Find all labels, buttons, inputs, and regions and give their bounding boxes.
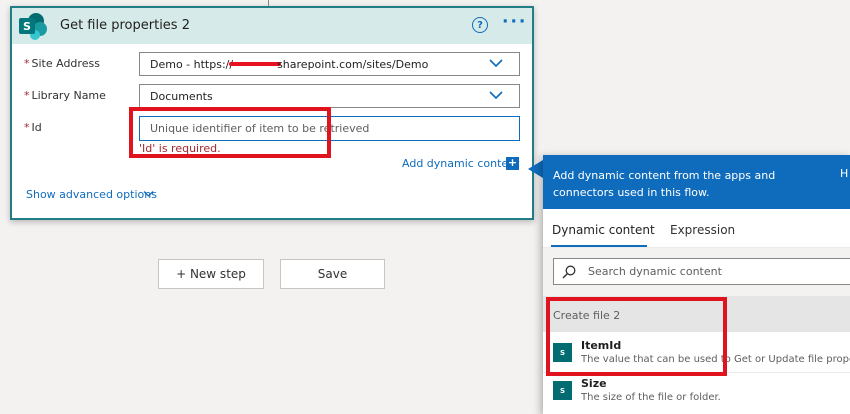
section-header-create-file[interactable]: Create file 2 [543, 296, 850, 332]
search-box [553, 258, 850, 285]
dynamic-item-itemid[interactable]: S ItemId The value that can be used to G… [543, 335, 850, 371]
card-title[interactable]: Get file properties 2 [60, 18, 190, 33]
library-name-label: * Library Name [24, 89, 106, 102]
section-title: Create file 2 [553, 309, 621, 322]
help-icon[interactable]: ? [472, 17, 488, 33]
tab-expression[interactable]: Expression [670, 223, 735, 237]
show-advanced-options-link[interactable]: Show advanced options [26, 188, 157, 201]
library-name-dropdown[interactable]: Documents [139, 84, 520, 108]
site-address-value-suffix: sharepoint.com/sites/Demo [277, 58, 429, 71]
add-dynamic-content-icon[interactable]: + [506, 157, 519, 170]
site-address-dropdown[interactable]: Demo - https:// sharepoint.com/sites/Demo [139, 52, 520, 76]
search-area [543, 248, 850, 296]
dynamic-item-size[interactable]: S Size The size of the file or folder. [543, 373, 850, 409]
required-marker: * [24, 121, 30, 134]
site-address-value-prefix: Demo - https:// [150, 58, 234, 71]
library-name-value: Documents [150, 90, 213, 103]
sharepoint-logo-icon: S [19, 13, 47, 40]
site-address-label-text: Site Address [31, 57, 100, 70]
item-description: The value that can be used to Get or Upd… [581, 354, 850, 365]
redaction-mark [229, 61, 282, 66]
card-header[interactable]: S Get file properties 2 ? ··· [12, 8, 532, 44]
chevron-down-icon[interactable] [143, 190, 154, 198]
item-name: Size [581, 377, 607, 390]
required-marker: * [24, 57, 30, 70]
chevron-down-icon [489, 91, 503, 100]
id-input-wrapper [139, 116, 520, 141]
site-address-value: Demo - https:// sharepoint.com/sites/Demo [150, 58, 428, 71]
tab-dynamic-content[interactable]: Dynamic content [552, 223, 655, 237]
item-description: The size of the file or folder. [581, 392, 721, 403]
search-dynamic-content-input[interactable] [588, 259, 848, 284]
item-name: ItemId [581, 339, 622, 352]
id-error-message: 'Id' is required. [139, 142, 221, 155]
id-label-text: Id [31, 121, 42, 134]
search-icon [562, 265, 576, 279]
panel-pointer [528, 160, 543, 178]
chevron-down-icon [489, 59, 503, 68]
sharepoint-icon: S [553, 381, 572, 400]
panel-header: Add dynamic content from the apps and co… [543, 155, 850, 209]
library-name-label-text: Library Name [31, 89, 106, 102]
site-address-label: * Site Address [24, 57, 100, 70]
svg-text:S: S [23, 20, 31, 33]
more-options-icon[interactable]: ··· [502, 12, 527, 32]
add-dynamic-content-link[interactable]: Add dynamic content [402, 157, 519, 170]
id-label: * Id [24, 121, 42, 134]
panel-header-text: Add dynamic content from the apps and co… [553, 169, 776, 199]
save-button[interactable]: Save [280, 259, 385, 289]
new-step-button[interactable]: + New step [158, 259, 264, 289]
dynamic-content-panel: Add dynamic content from the apps and co… [543, 155, 850, 414]
panel-header-truncated-text: H [840, 167, 849, 180]
id-input[interactable] [140, 117, 519, 140]
required-marker: * [24, 89, 30, 102]
action-card-get-file-properties: S Get file properties 2 ? ··· * Site Addr… [10, 6, 534, 220]
sharepoint-icon: S [553, 343, 572, 362]
